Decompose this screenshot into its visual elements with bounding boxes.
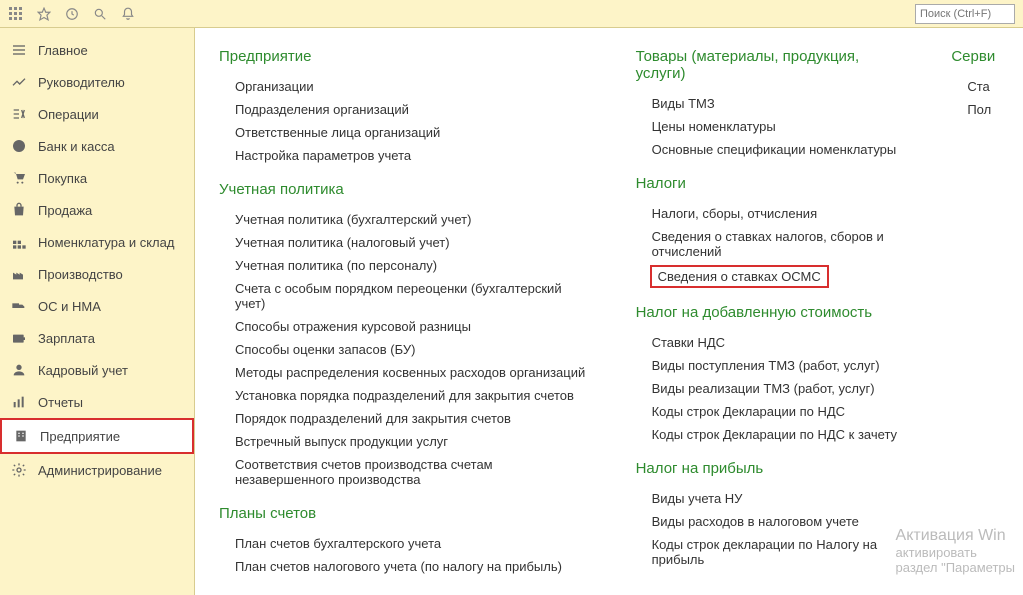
link-item[interactable]: Ставки НДС [636,331,904,354]
link-item[interactable]: Виды реализации ТМЗ (работ, услуг) [636,377,904,400]
link-item[interactable]: Встречный выпуск продукции услуг [219,430,588,453]
link-item[interactable]: Установка порядка подразделений для закр… [219,384,588,407]
sidebar-item-purchase[interactable]: Покупка [0,162,194,194]
sidebar-item-assets[interactable]: ОС и НМА [0,290,194,322]
link-item[interactable]: План счетов налогового учета (по налогу … [219,555,588,578]
gear-icon [10,461,28,479]
star-icon[interactable] [36,6,52,22]
link-item[interactable]: Пол [951,98,999,121]
section-profit-tax[interactable]: Налог на прибыль [636,460,904,477]
sidebar-item-label: Администрирование [38,463,162,478]
section-goods[interactable]: Товары (материалы, продукция, услуги) [636,48,904,82]
link-item[interactable]: Методы распределения косвенных расходов … [219,361,588,384]
wallet-icon [10,329,28,347]
content: Предприятие Организации Подразделения ор… [195,28,1023,595]
search-input[interactable] [915,4,1015,24]
menu-icon [10,41,28,59]
truck-icon [10,297,28,315]
operations-icon [10,105,28,123]
cart-icon [10,169,28,187]
sidebar-item-label: Зарплата [38,331,95,346]
factory-icon [10,265,28,283]
section-service[interactable]: Серви [951,48,999,65]
sidebar-item-admin[interactable]: Администрирование [0,454,194,486]
sidebar-item-label: Отчеты [38,395,83,410]
sidebar-item-label: Продажа [38,203,92,218]
section-accounts[interactable]: Планы счетов [219,505,588,522]
sidebar: Главное Руководителю Операции Банк и кас… [0,28,195,595]
sidebar-item-label: Предприятие [40,429,120,444]
sidebar-item-manager[interactable]: Руководителю [0,66,194,98]
link-item[interactable]: Ста [951,75,999,98]
warehouse-icon [10,233,28,251]
link-item[interactable]: Способы оценки запасов (БУ) [219,338,588,361]
bell-icon[interactable] [120,6,136,22]
sidebar-item-hr[interactable]: Кадровый учет [0,354,194,386]
link-item[interactable]: Виды поступления ТМЗ (работ, услуг) [636,354,904,377]
sidebar-item-label: Банк и касса [38,139,115,154]
link-item[interactable]: Виды расходов в налоговом учете [636,510,904,533]
link-item[interactable]: Коды строк декларации по Налогу на прибы… [636,533,904,571]
apps-icon[interactable] [8,6,24,22]
sidebar-item-label: Номенклатура и склад [38,235,174,250]
sidebar-item-enterprise[interactable]: Предприятие [0,418,194,454]
section-vat[interactable]: Налог на добавленную стоимость [636,304,904,321]
link-item[interactable]: Соответствия счетов производства счетам … [219,453,588,491]
link-item[interactable]: Организации [219,75,588,98]
history-icon[interactable] [64,6,80,22]
link-item[interactable]: Основные спецификации номенклатуры [636,138,904,161]
sidebar-item-bank[interactable]: Банк и касса [0,130,194,162]
toolbar [0,0,1023,28]
sidebar-item-main[interactable]: Главное [0,34,194,66]
person-icon [10,361,28,379]
section-enterprise[interactable]: Предприятие [219,48,588,65]
link-item[interactable]: Коды строк Декларации по НДС к зачету [636,423,904,446]
main: Главное Руководителю Операции Банк и кас… [0,28,1023,595]
sidebar-item-label: Операции [38,107,99,122]
building-icon [12,427,30,445]
section-taxes[interactable]: Налоги [636,175,904,192]
link-item[interactable]: План счетов бухгалтерского учета [219,532,588,555]
link-item[interactable]: Подразделения организаций [219,98,588,121]
bars-icon [10,393,28,411]
sidebar-item-label: Производство [38,267,123,282]
link-item[interactable]: Сведения о ставках налогов, сборов и отч… [636,225,904,263]
sidebar-item-operations[interactable]: Операции [0,98,194,130]
sidebar-item-sale[interactable]: Продажа [0,194,194,226]
link-item[interactable]: Настройка параметров учета [219,144,588,167]
sidebar-item-label: ОС и НМА [38,299,101,314]
link-item[interactable]: Счета с особым порядком переоценки (бухг… [219,277,588,315]
link-item[interactable]: Налоги, сборы, отчисления [636,202,904,225]
link-item[interactable]: Способы отражения курсовой разницы [219,315,588,338]
sidebar-item-nomenclature[interactable]: Номенклатура и склад [0,226,194,258]
bag-icon [10,201,28,219]
link-item[interactable]: Цены номенклатуры [636,115,904,138]
search-icon[interactable] [92,6,108,22]
sidebar-item-label: Руководителю [38,75,125,90]
link-item[interactable]: Ответственные лица организаций [219,121,588,144]
link-item[interactable]: Учетная политика (бухгалтерский учет) [219,208,588,231]
chart-icon [10,73,28,91]
sidebar-item-salary[interactable]: Зарплата [0,322,194,354]
sidebar-item-label: Покупка [38,171,87,186]
sidebar-item-label: Главное [38,43,88,58]
globe-icon [10,137,28,155]
link-item[interactable]: Учетная политика (налоговый учет) [219,231,588,254]
link-item[interactable]: Виды ТМЗ [636,92,904,115]
sidebar-item-production[interactable]: Производство [0,258,194,290]
link-item[interactable]: Учетная политика (по персоналу) [219,254,588,277]
link-item[interactable]: Коды строк Декларации по НДС [636,400,904,423]
link-item[interactable]: Порядок подразделений для закрытия счето… [219,407,588,430]
link-osms-rates[interactable]: Сведения о ставках ОСМС [650,265,829,288]
link-item[interactable]: Виды учета НУ [636,487,904,510]
sidebar-item-label: Кадровый учет [38,363,128,378]
section-accounting-policy[interactable]: Учетная политика [219,181,588,198]
sidebar-item-reports[interactable]: Отчеты [0,386,194,418]
